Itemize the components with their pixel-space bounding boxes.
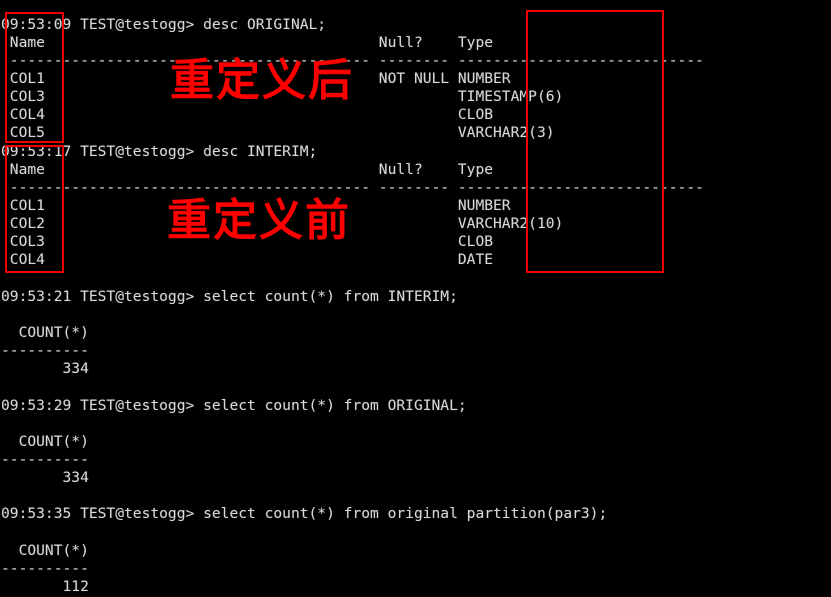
terminal-line: 334 — [1, 469, 89, 487]
terminal-line: COUNT(*) — [1, 432, 89, 450]
terminal-line: ---------- — [1, 559, 89, 577]
terminal-line: COL1 NUMBER — [1, 197, 511, 214]
terminal-line: COL1 NOT NULL NUMBER — [1, 70, 511, 88]
terminal-line: COUNT(*) — [1, 323, 89, 341]
terminal-line: 09:53:09 TEST@testogg> desc ORIGINAL; — [1, 15, 327, 33]
terminal-line: 334 — [1, 360, 89, 378]
terminal-line: COL4 DATE — [1, 251, 494, 269]
terminal-line: ----------------------------------------… — [1, 178, 704, 196]
terminal-line: 09:53:29 TEST@testogg> select count(*) f… — [1, 396, 467, 414]
terminal-line: COL2 VARCHAR2(10) — [1, 215, 564, 233]
terminal-line: 09:53:35 TEST@testogg> select count(*) f… — [1, 505, 608, 523]
terminal-line: 112 — [1, 577, 89, 595]
terminal-line: COL3 CLOB — [1, 233, 494, 251]
terminal-line: 09:53:21 TEST@testogg> select count(*) f… — [1, 287, 458, 305]
terminal-output[interactable]: 09:53:09 TEST@testogg> desc ORIGINAL; Na… — [0, 15, 831, 597]
terminal-line: COL4 CLOB — [1, 106, 494, 124]
terminal-line: ---------- — [1, 450, 89, 468]
terminal-line: COUNT(*) — [1, 541, 89, 559]
terminal-line: ----------------------------------------… — [1, 51, 704, 69]
terminal-line: 09:53:17 TEST@testogg> desc INTERIM; — [1, 142, 318, 160]
terminal-line: COL3 TIMESTAMP(6) — [1, 88, 564, 106]
terminal-line: ---------- — [1, 342, 89, 360]
terminal-screen: 09:53:09 TEST@testogg> desc ORIGINAL; Na… — [0, 0, 831, 597]
terminal-line: Name Null? Type — [1, 33, 494, 51]
terminal-line: Name Null? Type — [1, 160, 494, 178]
terminal-line: COL5 VARCHAR2(3) — [1, 124, 555, 142]
